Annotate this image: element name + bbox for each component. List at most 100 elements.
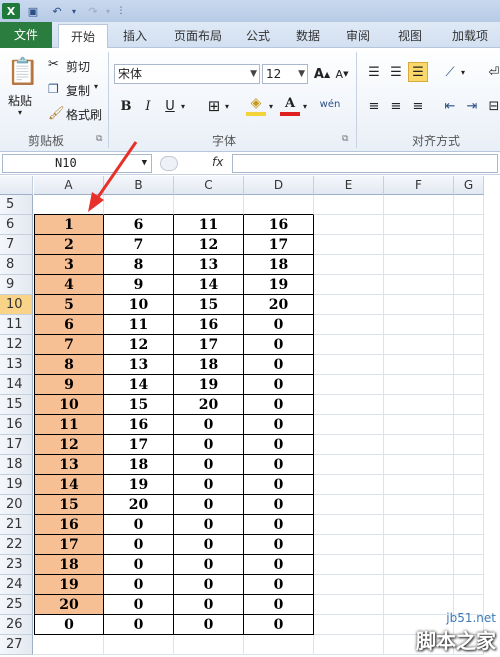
cell-b9[interactable]: 9 (104, 275, 174, 295)
cell-c18[interactable]: 0 (174, 455, 244, 475)
cell-g15[interactable] (454, 395, 484, 415)
cell-a17[interactable]: 12 (34, 435, 104, 455)
row-header-16[interactable]: 16 (0, 415, 33, 435)
font-size-combo[interactable]: 12 ▼ (262, 64, 308, 84)
cell-c7[interactable]: 12 (174, 235, 244, 255)
wrap-text-icon[interactable]: ⏎ (484, 62, 500, 82)
cell-d16[interactable]: 0 (244, 415, 314, 435)
cell-c14[interactable]: 19 (174, 375, 244, 395)
cell-c24[interactable]: 0 (174, 575, 244, 595)
cell-e22[interactable] (314, 535, 384, 555)
cell-g7[interactable] (454, 235, 484, 255)
row-header-10[interactable]: 10 (0, 295, 33, 315)
save-icon[interactable]: ▣ (26, 3, 40, 19)
cell-f21[interactable] (384, 515, 454, 535)
cell-f13[interactable] (384, 355, 454, 375)
tab-formulas[interactable]: 公式 (240, 24, 276, 48)
row-header-25[interactable]: 25 (0, 595, 33, 615)
row-header-9[interactable]: 9 (0, 275, 33, 295)
excel-logo-icon[interactable]: X (2, 3, 20, 19)
cell-d15[interactable]: 0 (244, 395, 314, 415)
cell-e9[interactable] (314, 275, 384, 295)
align-top-icon[interactable]: ☰ (364, 62, 384, 82)
cell-a25[interactable]: 20 (34, 595, 104, 615)
row-header-23[interactable]: 23 (0, 555, 33, 575)
cell-f11[interactable] (384, 315, 454, 335)
cell-g24[interactable] (454, 575, 484, 595)
cell-f23[interactable] (384, 555, 454, 575)
row-header-21[interactable]: 21 (0, 515, 33, 535)
row-header-17[interactable]: 17 (0, 435, 33, 455)
cell-c19[interactable]: 0 (174, 475, 244, 495)
tab-home[interactable]: 开始 (58, 24, 108, 49)
cell-e8[interactable] (314, 255, 384, 275)
cell-b7[interactable]: 7 (104, 235, 174, 255)
clipboard-launcher-icon[interactable]: ⧉ (96, 134, 102, 144)
cell-b14[interactable]: 14 (104, 375, 174, 395)
cell-f16[interactable] (384, 415, 454, 435)
row-header-6[interactable]: 6 (0, 215, 33, 235)
cell-d11[interactable]: 0 (244, 315, 314, 335)
cell-d14[interactable]: 0 (244, 375, 314, 395)
format-painter-button[interactable]: 格式刷 (66, 106, 102, 123)
column-header-c[interactable]: C (174, 176, 244, 195)
cell-c23[interactable]: 0 (174, 555, 244, 575)
cell-b19[interactable]: 19 (104, 475, 174, 495)
tab-insert[interactable]: 插入 (116, 24, 154, 48)
cell-b20[interactable]: 20 (104, 495, 174, 515)
font-name-combo[interactable]: 宋体 ▼ (114, 64, 260, 84)
row-header-7[interactable]: 7 (0, 235, 33, 255)
cell-g18[interactable] (454, 455, 484, 475)
cell-d9[interactable]: 19 (244, 275, 314, 295)
chevron-down-icon[interactable]: ▼ (298, 65, 305, 83)
cell-f17[interactable] (384, 435, 454, 455)
cell-d24[interactable]: 0 (244, 575, 314, 595)
cell-f10[interactable] (384, 295, 454, 315)
fill-color-icon[interactable]: ◈ (246, 94, 266, 116)
cell-b27[interactable] (104, 635, 174, 655)
cell-d19[interactable]: 0 (244, 475, 314, 495)
cell-c17[interactable]: 0 (174, 435, 244, 455)
cell-b12[interactable]: 12 (104, 335, 174, 355)
row-header-12[interactable]: 12 (0, 335, 33, 355)
cell-g14[interactable] (454, 375, 484, 395)
cell-b6[interactable]: 6 (104, 215, 174, 235)
cell-d25[interactable]: 0 (244, 595, 314, 615)
borders-icon[interactable]: ⊞ (204, 96, 224, 116)
row-header-20[interactable]: 20 (0, 495, 33, 515)
cell-d10[interactable]: 20 (244, 295, 314, 315)
orientation-dropdown-icon[interactable]: ▾ (458, 62, 468, 82)
paste-dropdown-icon[interactable]: ▾ (18, 108, 22, 117)
cell-e14[interactable] (314, 375, 384, 395)
cell-a19[interactable]: 14 (34, 475, 104, 495)
tab-review[interactable]: 审阅 (340, 24, 376, 48)
cell-d12[interactable]: 0 (244, 335, 314, 355)
cell-a13[interactable]: 8 (34, 355, 104, 375)
cell-d26[interactable]: 0 (244, 615, 314, 635)
cell-b11[interactable]: 11 (104, 315, 174, 335)
align-left-icon[interactable]: ≡ (364, 96, 384, 116)
tab-page-layout[interactable]: 页面布局 (168, 24, 228, 48)
formula-input[interactable] (232, 154, 498, 173)
cell-d7[interactable]: 17 (244, 235, 314, 255)
row-header-13[interactable]: 13 (0, 355, 33, 375)
undo-icon[interactable]: ↶ (48, 3, 66, 19)
redo-icon[interactable]: ↷ (84, 3, 102, 19)
cell-e5[interactable] (314, 195, 384, 215)
cell-a10[interactable]: 5 (34, 295, 104, 315)
phonetic-icon[interactable]: wén (318, 94, 342, 114)
cell-f24[interactable] (384, 575, 454, 595)
font-color-icon[interactable]: A (280, 94, 300, 116)
cell-g19[interactable] (454, 475, 484, 495)
cell-b8[interactable]: 8 (104, 255, 174, 275)
cell-d18[interactable]: 0 (244, 455, 314, 475)
tab-view[interactable]: 视图 (392, 24, 428, 48)
cell-e12[interactable] (314, 335, 384, 355)
row-header-19[interactable]: 19 (0, 475, 33, 495)
cell-d22[interactable]: 0 (244, 535, 314, 555)
cell-c13[interactable]: 18 (174, 355, 244, 375)
chevron-down-icon[interactable]: ▼ (142, 155, 147, 172)
cell-d6[interactable]: 16 (244, 215, 314, 235)
cell-e15[interactable] (314, 395, 384, 415)
cell-c9[interactable]: 14 (174, 275, 244, 295)
